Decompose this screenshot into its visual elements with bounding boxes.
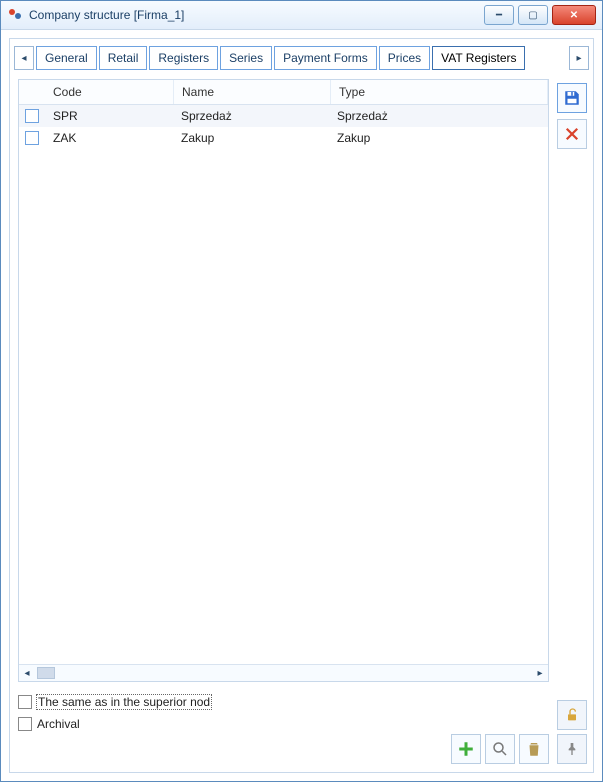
col-code[interactable]: Code [45, 80, 174, 104]
tab-scroll-right[interactable]: ▸ [569, 46, 589, 70]
cell-name: Sprzedaż [173, 105, 329, 127]
minimize-button[interactable]: ━ [484, 5, 514, 25]
archival-label: Archival [36, 716, 81, 732]
side-buttons [557, 83, 587, 149]
corner-buttons [557, 700, 587, 764]
close-button[interactable]: ✕ [552, 5, 596, 25]
client-area: ◂ GeneralRetailRegistersSeriesPayment Fo… [1, 29, 602, 781]
delete-button[interactable] [557, 119, 587, 149]
scroll-thumb[interactable] [37, 667, 55, 679]
horizontal-scrollbar[interactable]: ◂ ▸ [19, 664, 548, 681]
archival-checkbox[interactable]: Archival [18, 716, 549, 732]
trash-button[interactable] [519, 734, 549, 764]
cell-name: Zakup [173, 127, 329, 149]
tab-general[interactable]: General [36, 46, 97, 70]
plus-icon [457, 740, 475, 758]
row-checkbox[interactable] [19, 109, 45, 123]
window-title: Company structure [Firma_1] [29, 8, 484, 22]
col-type[interactable]: Type [331, 80, 548, 104]
tabs-container: GeneralRetailRegistersSeriesPayment Form… [36, 46, 567, 70]
lock-open-icon [564, 707, 580, 723]
tab-retail[interactable]: Retail [99, 46, 148, 70]
inner-panel: ◂ GeneralRetailRegistersSeriesPayment Fo… [9, 38, 594, 773]
lock-button[interactable] [557, 700, 587, 730]
table-row[interactable]: SPRSprzedażSprzedaż [19, 105, 548, 127]
save-button[interactable] [557, 83, 587, 113]
delete-icon [563, 125, 581, 143]
cell-code: SPR [45, 105, 173, 127]
pin-icon [564, 741, 580, 757]
table-row[interactable]: ZAKZakupZakup [19, 127, 548, 149]
tab-vat-registers[interactable]: VAT Registers [432, 46, 525, 70]
search-button[interactable] [485, 734, 515, 764]
tab-strip: ◂ GeneralRetailRegistersSeriesPayment Fo… [10, 39, 593, 73]
tab-prices[interactable]: Prices [379, 46, 430, 70]
add-button[interactable] [451, 734, 481, 764]
pin-button[interactable] [557, 734, 587, 764]
cell-type: Zakup [329, 127, 548, 149]
checkbox-icon [18, 695, 32, 709]
trash-icon [525, 740, 543, 758]
row-checkbox[interactable] [19, 131, 45, 145]
action-buttons [451, 734, 549, 764]
tab-payment-forms[interactable]: Payment Forms [274, 46, 377, 70]
footer: The same as in the superior nod Archival [18, 688, 549, 764]
scroll-left-arrow[interactable]: ◂ [19, 666, 35, 680]
maximize-button[interactable]: ▢ [518, 5, 548, 25]
grid-header: Code Name Type [19, 80, 548, 105]
tab-series[interactable]: Series [220, 46, 272, 70]
checkbox-icon [25, 109, 39, 123]
tab-registers[interactable]: Registers [149, 46, 218, 70]
scroll-right-arrow[interactable]: ▸ [532, 666, 548, 680]
same-as-superior-label: The same as in the superior nod [36, 694, 212, 710]
checkbox-icon [25, 131, 39, 145]
window-buttons: ━ ▢ ✕ [484, 5, 596, 25]
grid-body: SPRSprzedażSprzedażZAKZakupZakup [19, 105, 548, 664]
cell-code: ZAK [45, 127, 173, 149]
cell-type: Sprzedaż [329, 105, 548, 127]
col-name[interactable]: Name [174, 80, 331, 104]
tab-scroll-left[interactable]: ◂ [14, 46, 34, 70]
magnifier-icon [491, 740, 509, 758]
app-icon [7, 7, 23, 23]
checkbox-icon [18, 717, 32, 731]
same-as-superior-checkbox[interactable]: The same as in the superior nod [18, 694, 549, 710]
grid: Code Name Type SPRSprzedażSprzedażZAKZak… [18, 79, 549, 682]
titlebar: Company structure [Firma_1] ━ ▢ ✕ [1, 1, 602, 30]
save-icon [563, 89, 581, 107]
